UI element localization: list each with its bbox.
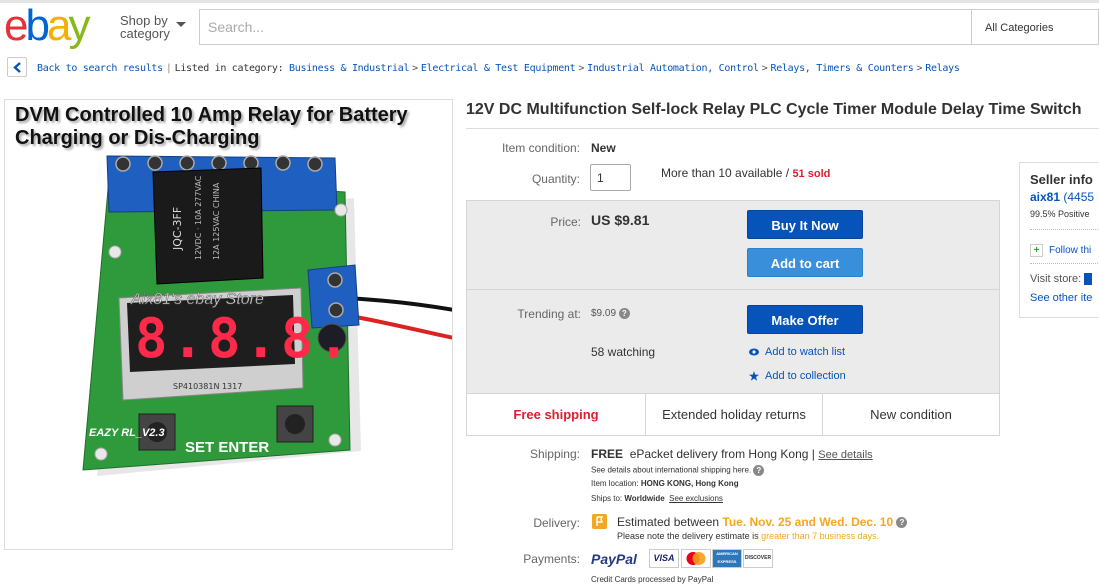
logo-letter: e [4,1,29,50]
trending-price: $9.09 ? [591,308,630,319]
back-arrow-button[interactable] [7,57,27,77]
payments-label: Payments: [523,552,580,566]
category-select[interactable]: All Categories [971,9,1099,45]
new-condition-badge: New condition [870,407,952,422]
item-title: 12V DC Multifunction Self-lock Relay PLC… [466,101,1082,118]
breadcrumb-item[interactable]: Industrial Automation, Control [587,63,759,74]
seller-name-line: aix81 (4455 [1030,190,1094,204]
seller-info-heading: Seller info [1030,172,1093,187]
discover-icon: DISCOVER [743,549,773,568]
breadcrumb-item[interactable]: Relays [925,63,960,74]
seller-positive: 99.5% Positive [1030,209,1090,219]
led-display: 8.8.8. [135,307,354,370]
watching-count: 58 watching [591,345,656,359]
shipping-line: FREE ePacket delivery from Hong Kong | S… [591,447,873,461]
delivery-flag-icon [592,514,607,529]
shipping-free: FREE [591,447,624,461]
feature-bar: Free shipping Extended holiday returns N… [467,393,999,436]
logo-letter: b [25,1,50,50]
trending-label: Trending at: [517,307,581,321]
visa-icon: VISA [649,549,679,568]
seller-info-box: Seller info aix81 (4455 99.5% Positive +… [1019,162,1099,318]
back-to-search-link[interactable]: Back to search results [37,63,163,74]
seller-name-link[interactable]: aix81 [1030,190,1060,204]
board-label: EAZY RL_V2.3 [89,427,165,439]
set-enter-label: SET ENTER [185,439,269,456]
buy-it-now-button[interactable]: Buy It Now [747,210,863,239]
follow-seller-link[interactable]: + Follow thi [1030,244,1091,257]
relay-label: JQC-3FF [171,207,184,251]
see-exclusions-link[interactable]: See exclusions [669,494,723,503]
star-icon [749,371,759,381]
delivery-label: Delivery: [533,516,580,530]
ships-to: Ships to: Worldwide See exclusions [591,494,723,503]
relay-board-photo: JQC-3FF 12VDC · 10A 277VAC 12A 125VAC CH… [82,155,452,476]
info-icon[interactable]: ? [753,465,765,476]
make-offer-button[interactable]: Make Offer [747,305,863,334]
svg-text:12VDC · 10A 277VAC: 12VDC · 10A 277VAC [194,175,203,260]
product-image[interactable]: DVM Controlled 10 Amp Relay for Battery … [4,99,453,550]
delivery-estimate: Estimated between Tue. Nov. 25 and Wed. … [617,515,908,529]
price-label: Price: [550,215,581,229]
top-border [0,0,1099,3]
see-other-items-link[interactable]: See other ite [1030,292,1092,304]
breadcrumb-item[interactable]: Electrical & Test Equipment [421,63,576,74]
eye-icon [749,348,759,356]
logo-letter: y [68,1,90,50]
add-to-cart-button[interactable]: Add to cart [747,248,863,277]
panel-divider [467,289,999,290]
quantity-input[interactable]: 1 [590,164,631,191]
svg-text:12A 125VAC CHINA: 12A 125VAC CHINA [212,182,221,260]
item-location: Item location: HONG KONG, Hong Kong [591,479,739,488]
chip-label: SP410381N 1317 [173,382,242,391]
available-text: More than 10 available [661,166,783,180]
see-details-link[interactable]: See details [818,449,872,461]
delivery-note: Please note the delivery estimate is gre… [617,531,880,541]
condition-label: Item condition: [501,141,580,155]
shipping-method: ePacket delivery from Hong Kong | [629,447,815,461]
search-box[interactable] [199,9,971,45]
ebay-logo[interactable]: ebay [4,1,90,50]
watermark: Aix81's ebay Store [130,291,264,308]
listed-in-label: Listed in category: [174,63,284,74]
plus-icon: + [1030,244,1043,257]
quantity-label: Quantity: [531,172,580,186]
buy-panel: Price: US $9.81 Buy It Now Add to cart T… [466,200,1000,436]
condition-value: New [591,141,616,155]
mastercard-icon [681,549,711,568]
breadcrumb: Back to search results | Listed in categor… [37,63,960,74]
add-to-collection-link[interactable]: Add to collection [749,370,846,382]
sold-count[interactable]: 51 sold [792,168,830,180]
category-label: category [120,26,170,41]
title-divider [466,128,1099,129]
chevron-left-icon [13,62,21,73]
delivery-dates: Tue. Nov. 25 and Wed. Dec. 10 [722,515,894,529]
caret-down-icon [176,22,186,27]
logo-letter: a [46,1,72,50]
amex-icon: AMERICAN EXPRESS [712,549,742,568]
info-icon[interactable]: ? [896,517,908,529]
seller-feedback-link[interactable]: (4455 [1063,190,1094,204]
intl-shipping-note: See details about international shipping… [591,465,765,476]
visit-store: Visit store: [1030,273,1093,286]
breadcrumb-item[interactable]: Business & Industrial [289,63,409,74]
add-to-watch-list-link[interactable]: Add to watch list [749,346,845,358]
search-input[interactable] [200,10,971,44]
price-value: US $9.81 [591,212,650,228]
store-icon[interactable] [1084,273,1093,286]
info-icon[interactable]: ? [618,308,630,319]
availability: More than 10 available / 51 sold [661,166,831,180]
free-shipping-badge: Free shipping [513,407,599,422]
breadcrumb-item[interactable]: Relays, Timers & Counters [770,63,913,74]
paypal-logo: PayPal [591,551,637,567]
shipping-label: Shipping: [529,447,580,461]
shop-by-category-button[interactable]: Shop by category [120,14,186,41]
holiday-returns-badge: Extended holiday returns [645,394,823,436]
